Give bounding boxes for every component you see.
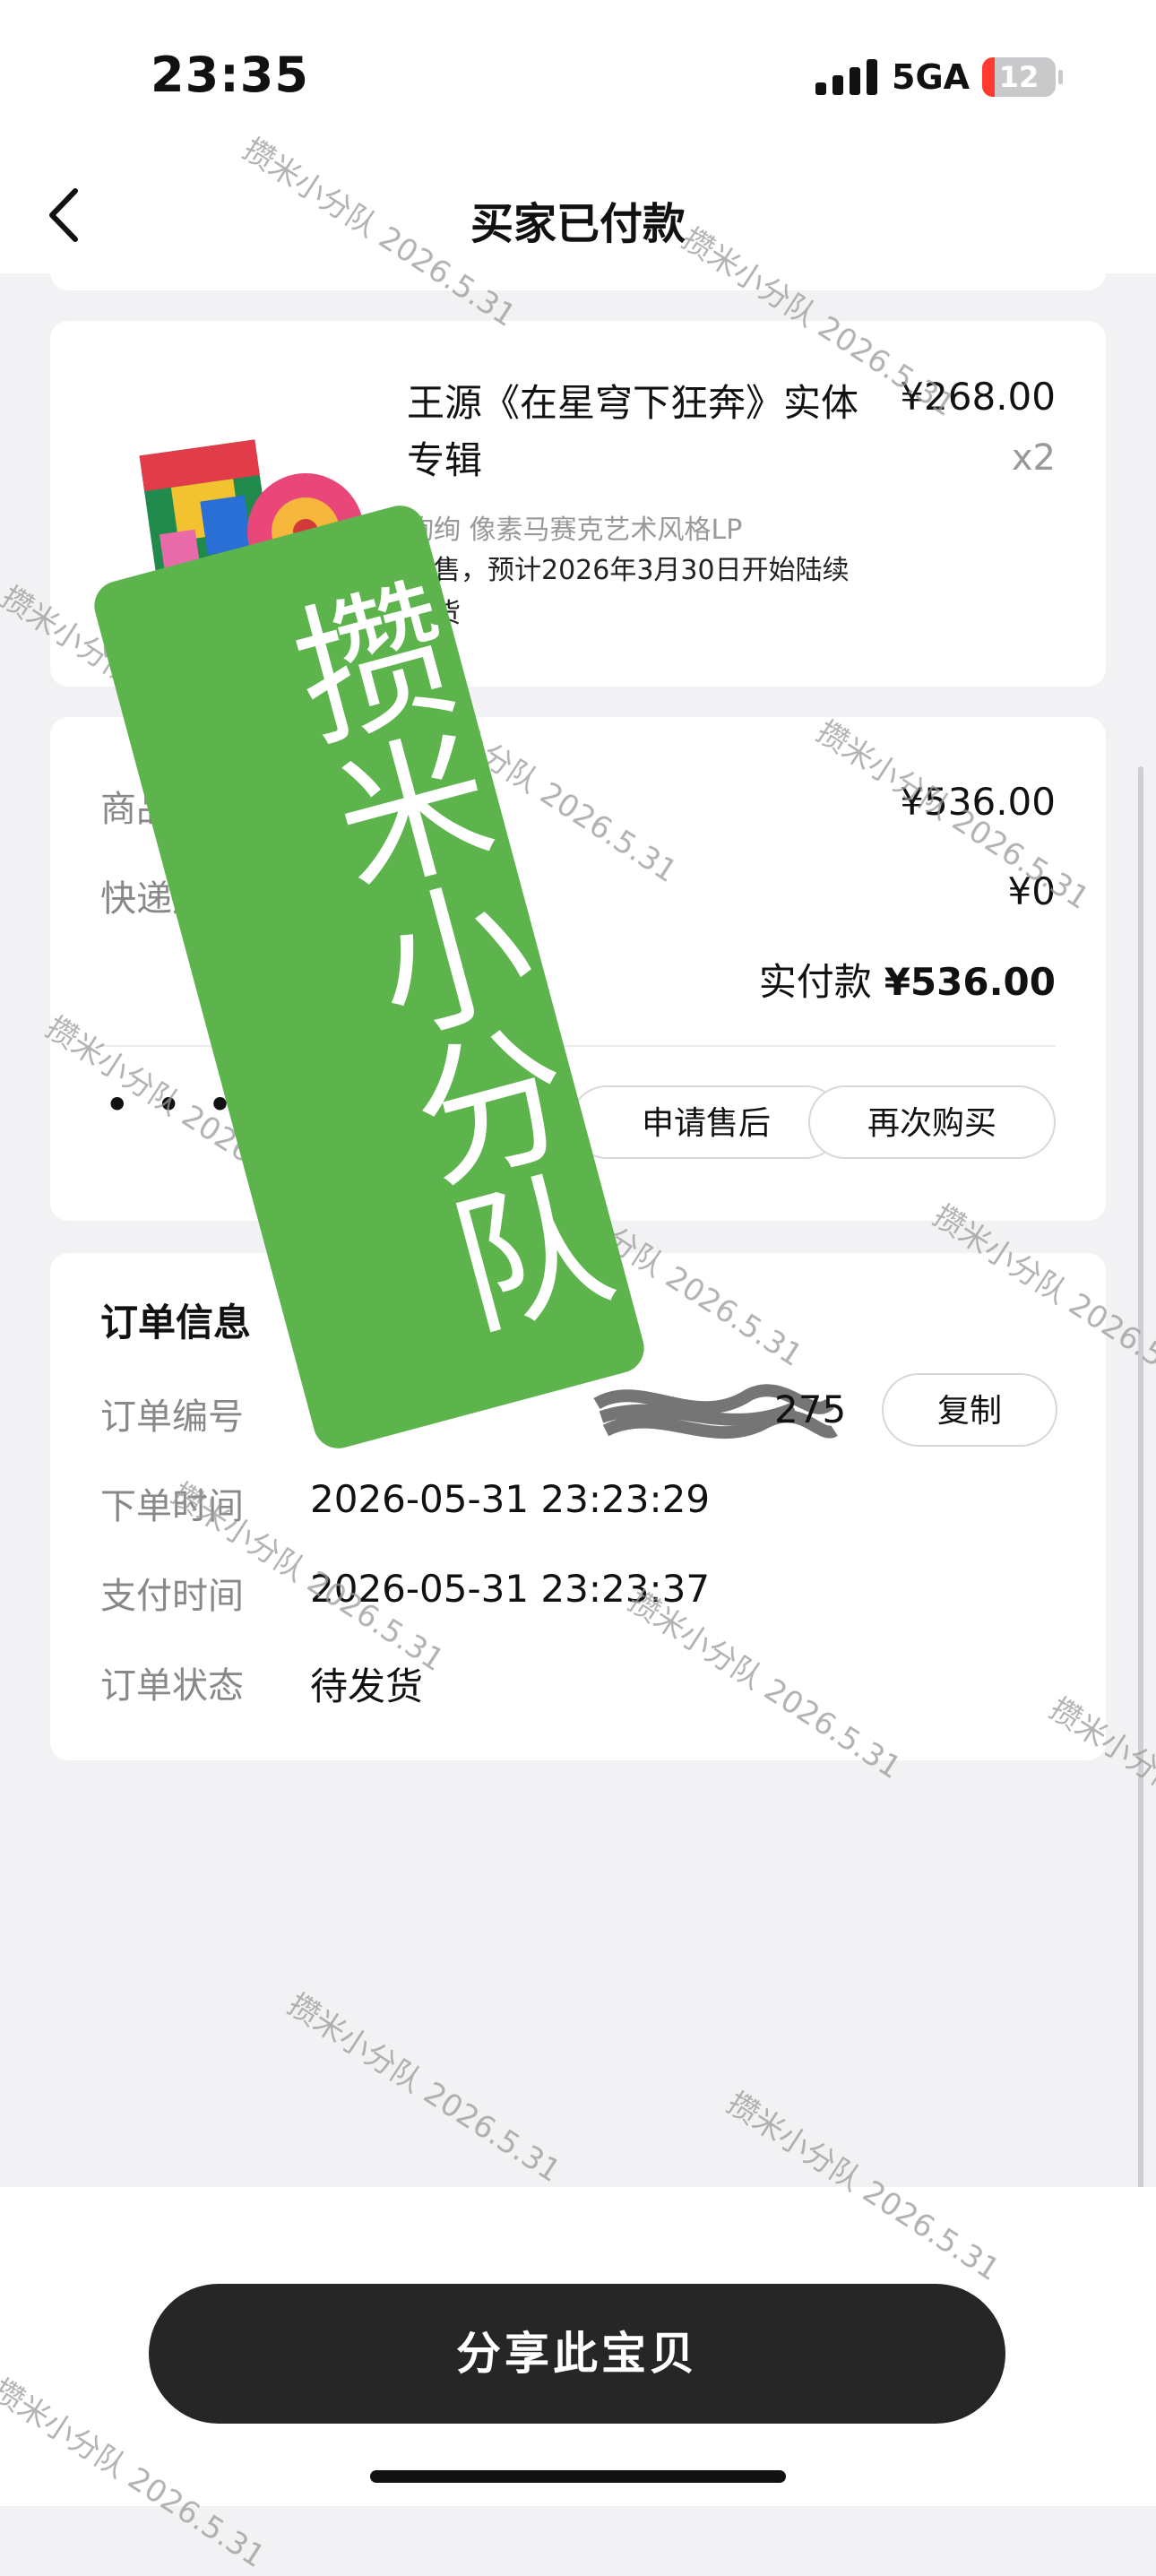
pay-time-label: 支付时间 bbox=[100, 1576, 244, 1617]
page-title: 买家已付款 bbox=[470, 199, 686, 249]
home-indicator[interactable] bbox=[370, 2470, 786, 2483]
order-status-label: 订单状态 bbox=[100, 1665, 244, 1707]
product-quantity: x2 bbox=[1011, 437, 1056, 479]
battery-icon: 12 bbox=[982, 57, 1056, 97]
product-title[interactable]: 王源《在星穹下狂奔》实体专辑 bbox=[407, 375, 873, 489]
copy-button[interactable]: 复制 bbox=[882, 1373, 1057, 1447]
paid-amount: 实付款 ¥536.00 bbox=[759, 952, 1056, 1007]
buy-again-button[interactable]: 再次购买 bbox=[808, 1085, 1056, 1159]
order-info-title: 订单信息 bbox=[100, 1301, 252, 1344]
order-status-value: 待发货 bbox=[310, 1664, 424, 1708]
battery-tip bbox=[1058, 70, 1063, 84]
share-button[interactable]: 分享此宝贝 bbox=[149, 2284, 1005, 2424]
network-type: 5GA bbox=[892, 57, 971, 97]
previous-card-edge bbox=[50, 260, 1106, 290]
after-sales-button[interactable]: 申请售后 bbox=[570, 1085, 842, 1159]
scrollbar[interactable] bbox=[1138, 766, 1143, 2317]
paid-label: 实付款 bbox=[758, 960, 872, 1004]
order-number-end: 275 bbox=[774, 1387, 847, 1431]
watermark-text: 攒米小分队 2026.5.31 bbox=[280, 1986, 567, 2190]
status-time: 23:35 bbox=[151, 47, 309, 103]
battery-level: 12 bbox=[998, 60, 1040, 94]
product-presale-note: 预售，预计2026年3月30日开始陆续发货 bbox=[407, 555, 850, 629]
product-spec: 绚绚 像素马赛克艺术风格LP bbox=[407, 514, 743, 546]
signal-icon bbox=[815, 57, 878, 95]
order-number-label: 订单编号 bbox=[100, 1396, 244, 1438]
paid-value: ¥536.00 bbox=[884, 960, 1056, 1004]
order-time-value: 2026-05-31 23:23:29 bbox=[310, 1477, 711, 1521]
